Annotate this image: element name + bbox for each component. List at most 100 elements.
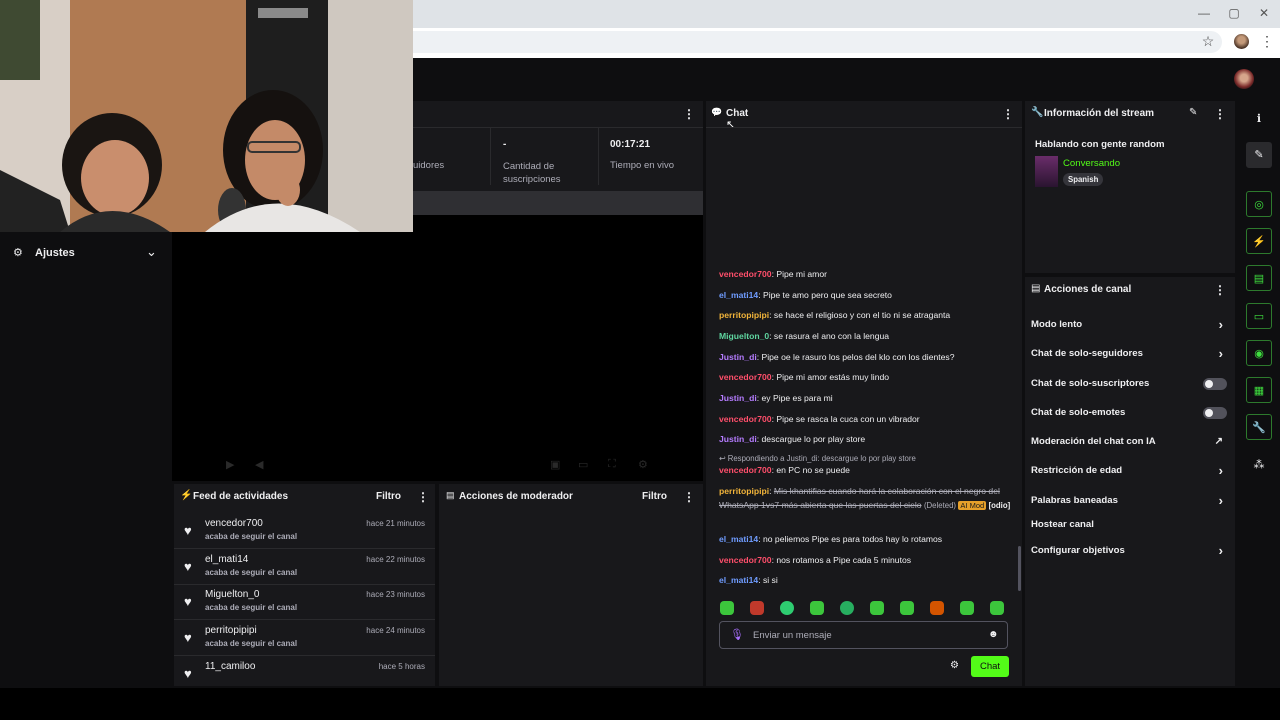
bookmark-star-icon[interactable]: ☆ [1200,33,1216,49]
chat-text: : Pipe te amo pero que sea secreto [758,290,892,300]
stream-stats-panel: ⋮ uidores - Cantidad de suscripciones 00… [413,101,703,215]
info-kebab-icon[interactable]: ⋮ [1214,107,1226,121]
emote-icon[interactable] [900,601,914,615]
divider [706,127,1022,128]
feed-user[interactable]: 11_camiloo [205,661,255,672]
chat-username[interactable]: Justin_di [719,352,757,362]
heart-icon: ♥ [184,594,192,609]
chat-username[interactable]: el_mati14 [719,534,758,544]
pencil-icon[interactable]: ✎ [1189,107,1197,118]
edit-icon[interactable]: ✎ [1246,142,1272,168]
divider [598,128,599,185]
chat-username[interactable]: el_mati14 [719,290,758,300]
subs-label: Cantidad de suscripciones [503,161,561,185]
action-configure-goals[interactable]: Configurar objetivos › [1031,541,1229,561]
action-host-channel[interactable]: Hostear canal [1031,515,1229,535]
list-icon: ▤ [446,490,455,500]
layout-icon[interactable]: ▦ [1246,377,1272,403]
settings-toggle[interactable]: ⚙ Ajustes ⌄ [0,240,170,266]
emoji-icon[interactable]: ☻ [988,629,999,640]
chat-message: perritopipipi: se hace el religioso y co… [719,308,1015,322]
chat-scrollbar[interactable] [1018,546,1021,591]
avatar[interactable] [1234,69,1254,89]
feed-user[interactable]: perritopipipi [205,625,257,636]
emote-icon[interactable] [840,601,854,615]
pip-icon[interactable]: ▣ [550,458,560,471]
list-item: ♥ el_mati14 hace 22 minutos acaba de seg… [174,550,435,585]
emotes-only-toggle[interactable] [1203,407,1227,419]
chat-kebab-icon[interactable]: ⋮ [1002,107,1014,121]
action-label: Restricción de edad [1031,465,1123,476]
chat-text: : descargue lo por play store [756,434,866,444]
mute-icon[interactable]: ◀ [255,458,263,471]
feed-user[interactable]: Miguelton_0 [205,589,259,600]
chat-text: : si si [758,575,778,585]
chat-username[interactable]: vencedor700 [719,372,772,382]
browser-profile-avatar[interactable] [1234,34,1249,49]
chat-message: el_mati14: no peliemos Pipe es para todo… [719,532,1015,546]
minimize-icon[interactable]: — [1194,4,1214,22]
gear-icon: ⚙ [13,247,23,259]
chat-username[interactable]: perritopipipi [719,486,769,496]
chat-username[interactable]: perritopipipi [719,310,769,320]
chat-bubble-icon[interactable]: ▭ [1246,303,1272,329]
chat-input[interactable]: 🎙 Enviar un mensaje ☻ [719,621,1008,649]
theater-icon[interactable]: ▭ [578,458,588,471]
action-ai-moderation[interactable]: Moderación del chat con IA ↗ [1031,432,1229,452]
wrench-icon[interactable]: 🔧 [1246,414,1272,440]
close-icon[interactable]: ✕ [1254,4,1274,22]
chat-username[interactable]: vencedor700 [719,555,772,565]
emote-icon[interactable] [810,601,824,615]
mod-tag: [odio] [988,501,1011,510]
info-icon[interactable]: ℹ [1246,106,1272,132]
heart-icon: ♥ [184,523,192,538]
actions-kebab-icon[interactable]: ⋮ [1214,283,1226,297]
maximize-icon[interactable]: ▢ [1224,4,1244,22]
feed-user[interactable]: vencedor700 [205,518,263,529]
emote-icon[interactable] [750,601,764,615]
feed-kebab-icon[interactable]: ⋮ [417,490,429,504]
camera-icon[interactable]: ◎ [1246,191,1272,217]
action-label: Palabras baneadas [1031,495,1118,506]
emote-icon[interactable] [870,601,884,615]
action-followers-only[interactable]: Chat de solo-seguidores › [1031,344,1229,364]
emote-icon[interactable] [990,601,1004,615]
chat-message: Justin_di: ey Pipe es para mi [719,391,1015,405]
emote-icon[interactable] [720,601,734,615]
chat-username[interactable]: Justin_di [719,434,757,444]
action-banned-words[interactable]: Palabras baneadas › [1031,491,1229,511]
chat-username[interactable]: Miguelton_0 [719,331,769,341]
chat-username[interactable]: Justin_di [719,393,757,403]
feed-user[interactable]: el_mati14 [205,554,248,565]
shapes-icon[interactable]: ⁂ [1246,452,1272,478]
video-player[interactable]: ▶ ◀ ▣ ▭ ⛶ ⚙ [172,215,703,481]
subscribers-only-toggle[interactable] [1203,378,1227,390]
feed-filter-button[interactable]: Filtro [376,491,401,502]
gear-icon[interactable]: ⚙ [950,660,959,671]
action-slow-mode[interactable]: Modo lento › [1031,315,1229,335]
chat-username[interactable]: vencedor700 [719,465,772,475]
divider [490,128,491,185]
chat-username[interactable]: vencedor700 [719,269,772,279]
play-icon[interactable]: ▶ [226,458,234,471]
feed-time: hace 5 horas [378,662,425,671]
browser-menu-icon[interactable]: ⋮ [1260,33,1274,49]
send-chat-button[interactable]: Chat [971,656,1009,677]
emote-icon[interactable] [780,601,794,615]
broadcast-icon[interactable]: ◉ [1246,340,1272,366]
category-thumbnail[interactable] [1035,156,1058,187]
chat-username[interactable]: vencedor700 [719,414,772,424]
gear-icon[interactable]: ⚙ [638,458,648,471]
document-icon[interactable]: ▤ [1246,265,1272,291]
microphone-icon[interactable]: 🎙 [730,628,744,641]
bolt-icon[interactable]: ⚡ [1246,228,1272,254]
stats-kebab-icon[interactable]: ⋮ [683,107,695,121]
mod-filter-button[interactable]: Filtro [642,491,667,502]
fullscreen-icon[interactable]: ⛶ [608,458,616,471]
mod-kebab-icon[interactable]: ⋮ [683,490,695,504]
emote-icon[interactable] [930,601,944,615]
chat-username[interactable]: el_mati14 [719,575,758,585]
action-age-restriction[interactable]: Restricción de edad › [1031,461,1229,481]
emote-icon[interactable] [960,601,974,615]
category-name[interactable]: Conversando [1063,158,1120,169]
